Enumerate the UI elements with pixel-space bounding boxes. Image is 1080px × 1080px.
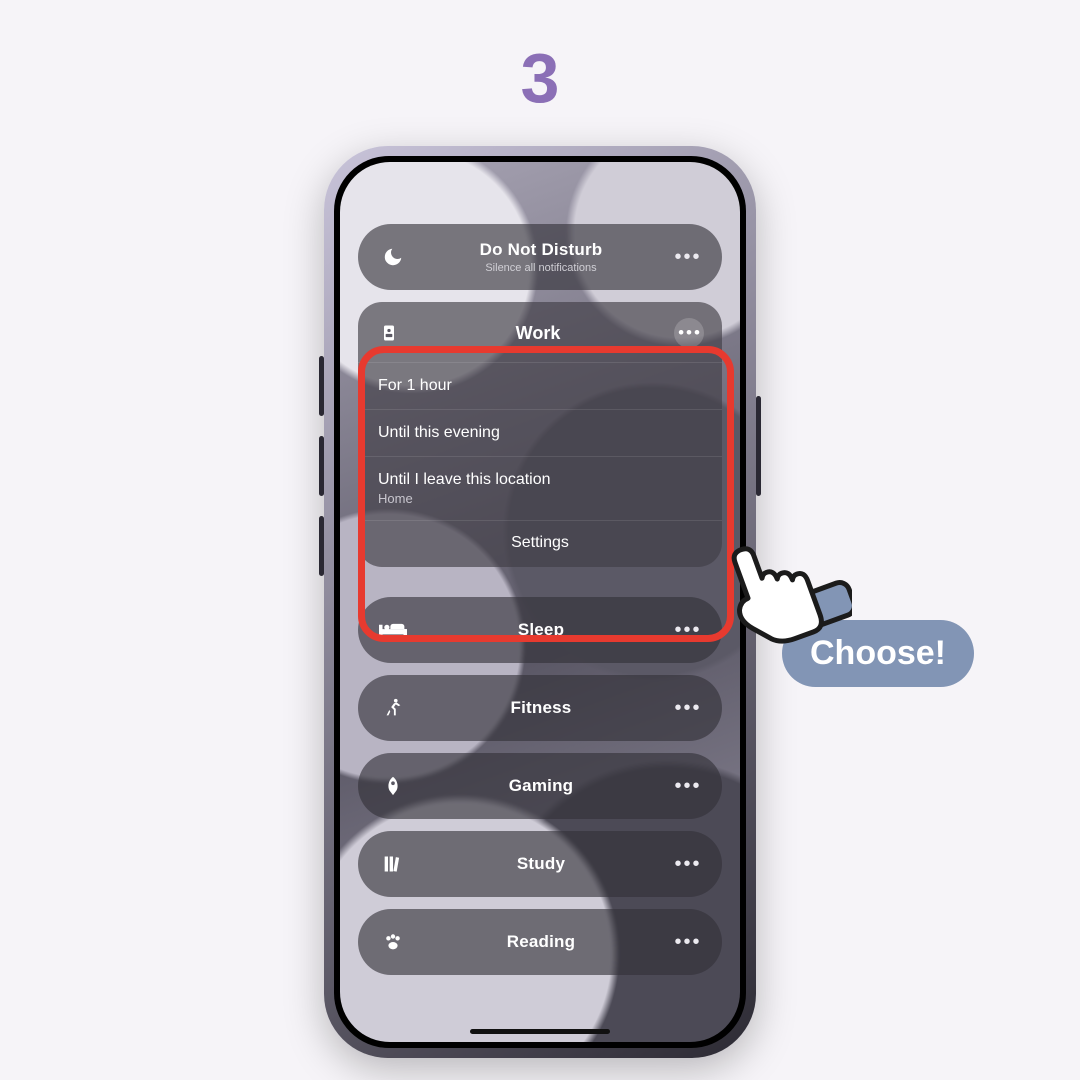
moon-icon <box>378 246 408 268</box>
focus-pill-label: Fitness <box>426 698 656 718</box>
more-icon[interactable]: ••• <box>674 247 702 267</box>
home-indicator <box>470 1029 610 1034</box>
focus-pill-label: Sleep <box>426 620 656 640</box>
rocket-icon <box>378 775 408 797</box>
focus-pill-label: Study <box>426 854 656 874</box>
bed-icon <box>378 621 408 639</box>
step-number: 3 <box>521 38 560 118</box>
focus-pill-dnd[interactable]: Do Not Disturb Silence all notifications… <box>358 224 722 290</box>
focus-pill-label: Reading <box>426 932 656 952</box>
focus-pill-study[interactable]: Study ••• <box>358 831 722 897</box>
focus-card-title: Work <box>418 323 658 344</box>
focus-pill-reading[interactable]: Reading ••• <box>358 909 722 975</box>
pointer-hand-icon <box>702 518 852 673</box>
more-icon[interactable]: ••• <box>674 620 702 640</box>
focus-pill-label: Gaming <box>426 776 656 796</box>
focus-pill-sleep[interactable]: Sleep ••• <box>358 597 722 663</box>
focus-pill-fitness[interactable]: Fitness ••• <box>358 675 722 741</box>
focus-pill-title: Do Not Disturb Silence all notifications <box>426 240 656 274</box>
phone-bezel: Do Not Disturb Silence all notifications… <box>334 156 746 1048</box>
more-icon[interactable]: ••• <box>674 932 702 952</box>
badge-icon <box>376 323 402 343</box>
running-icon <box>378 697 408 719</box>
focus-card-header[interactable]: Work ••• <box>358 302 722 362</box>
phone-mockup: Do Not Disturb Silence all notifications… <box>324 146 756 1058</box>
option-label: Until I leave this location <box>378 471 551 488</box>
more-icon[interactable]: ••• <box>674 698 702 718</box>
settings-link[interactable]: Settings <box>358 520 722 567</box>
books-icon <box>378 854 408 874</box>
option-sublabel: Home <box>378 491 702 506</box>
duration-option-1hour[interactable]: For 1 hour <box>358 362 722 409</box>
more-button[interactable]: ••• <box>674 318 704 348</box>
duration-option-location[interactable]: Until I leave this location Home <box>358 456 722 520</box>
focus-card-work: Work ••• For 1 hour Until this evening U… <box>358 302 722 567</box>
phone-screen: Do Not Disturb Silence all notifications… <box>340 162 740 1042</box>
more-icon[interactable]: ••• <box>674 854 702 874</box>
more-icon[interactable]: ••• <box>674 776 702 796</box>
duration-option-evening[interactable]: Until this evening <box>358 409 722 456</box>
paw-icon <box>378 931 408 953</box>
focus-pill-gaming[interactable]: Gaming ••• <box>358 753 722 819</box>
